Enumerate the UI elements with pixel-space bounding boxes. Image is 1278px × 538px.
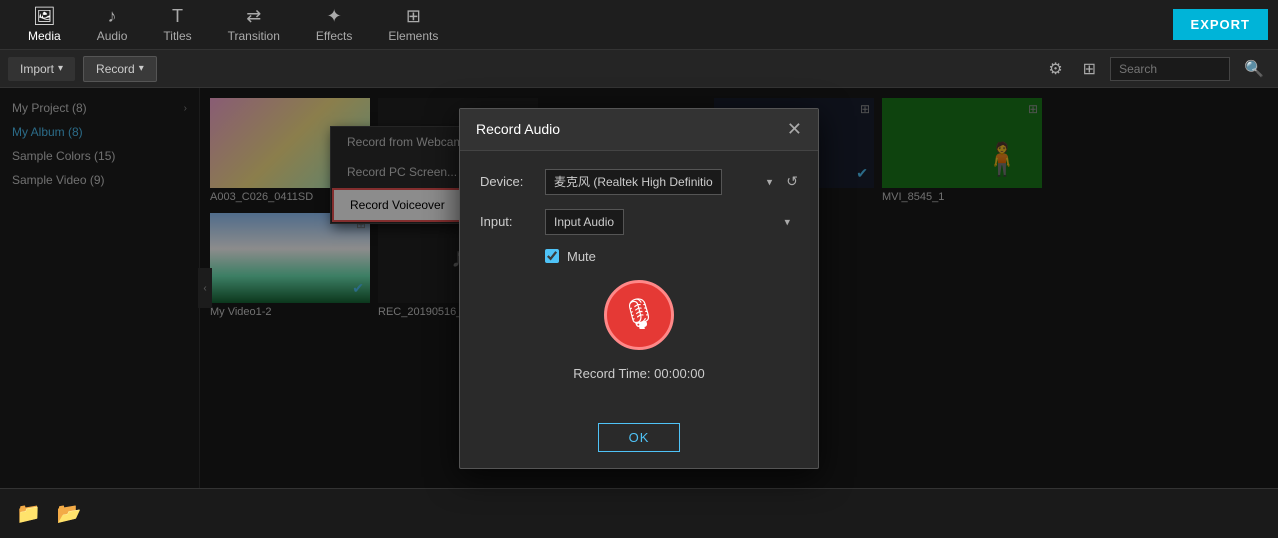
nav-titles[interactable]: T Titles bbox=[145, 2, 209, 47]
modal-overlay: Record Audio ✕ Device: 麦克风 (Realtek High… bbox=[0, 88, 1278, 488]
ok-button[interactable]: OK bbox=[598, 423, 681, 452]
mute-checkbox[interactable] bbox=[545, 249, 559, 263]
record-time: Record Time: 00:00:00 bbox=[480, 366, 798, 381]
search-input[interactable] bbox=[1110, 57, 1230, 81]
new-folder-button[interactable]: 📁 bbox=[16, 501, 41, 526]
secondary-bar: Import ▾ Record ▾ ⚙ ⊞ 🔍 bbox=[0, 50, 1278, 88]
nav-transition-label: Transition bbox=[228, 29, 280, 43]
nav-effects-label: Effects bbox=[316, 29, 352, 43]
audio-icon: ♪ bbox=[108, 6, 117, 27]
device-row: Device: 麦克风 (Realtek High Definitio ↺ bbox=[480, 169, 798, 195]
modal-footer: OK bbox=[460, 413, 818, 468]
device-select[interactable]: 麦克风 (Realtek High Definitio bbox=[545, 169, 722, 195]
mic-record-button[interactable]: 🎙 bbox=[604, 280, 674, 350]
record-chevron: ▾ bbox=[139, 63, 144, 74]
input-row: Input: Input Audio bbox=[480, 209, 798, 235]
nav-transition[interactable]: ⇄ Transition bbox=[210, 2, 298, 47]
record-button[interactable]: Record ▾ bbox=[83, 56, 157, 82]
nav-elements-label: Elements bbox=[388, 29, 438, 43]
input-label: Input: bbox=[480, 214, 535, 229]
device-label: Device: bbox=[480, 174, 535, 189]
modal-header: Record Audio ✕ bbox=[460, 109, 818, 151]
nav-audio[interactable]: ♪ Audio bbox=[79, 2, 146, 47]
effects-icon: ✦ bbox=[327, 6, 342, 27]
top-nav: 🖼 Media ♪ Audio T Titles ⇄ Transition ✦ … bbox=[0, 0, 1278, 50]
import-label: Import bbox=[20, 62, 54, 76]
mute-row: Mute bbox=[480, 249, 798, 264]
titles-icon: T bbox=[172, 6, 183, 27]
import-chevron: ▾ bbox=[58, 63, 63, 74]
mute-label: Mute bbox=[567, 249, 596, 264]
elements-icon: ⊞ bbox=[406, 6, 421, 27]
new-folder-icon: 📁 bbox=[16, 503, 41, 525]
new-item-icon: 📂 bbox=[57, 503, 82, 525]
nav-media[interactable]: 🖼 Media bbox=[10, 2, 79, 47]
input-select-wrapper: Input Audio bbox=[545, 209, 798, 235]
nav-audio-label: Audio bbox=[97, 29, 128, 43]
modal-close-button[interactable]: ✕ bbox=[787, 119, 802, 140]
filter-button[interactable]: ⚙ bbox=[1042, 55, 1068, 83]
media-icon: 🖼 bbox=[33, 6, 56, 27]
mic-record-wrapper: 🎙 bbox=[480, 280, 798, 350]
refresh-device-button[interactable]: ↺ bbox=[786, 173, 798, 190]
transition-icon: ⇄ bbox=[246, 6, 261, 27]
record-label: Record bbox=[96, 62, 135, 76]
modal-body: Device: 麦克风 (Realtek High Definitio ↺ In… bbox=[460, 151, 818, 413]
device-select-wrap: 麦克风 (Realtek High Definitio ↺ bbox=[545, 169, 798, 195]
device-select-wrapper: 麦克风 (Realtek High Definitio bbox=[545, 169, 780, 195]
bottom-bar: 📁 📂 bbox=[0, 488, 1278, 538]
nav-elements[interactable]: ⊞ Elements bbox=[370, 2, 456, 47]
record-time-value: 00:00:00 bbox=[654, 366, 705, 381]
nav-effects[interactable]: ✦ Effects bbox=[298, 2, 370, 47]
modal-title: Record Audio bbox=[476, 121, 560, 137]
import-button[interactable]: Import ▾ bbox=[8, 57, 75, 81]
grid-view-button[interactable]: ⊞ bbox=[1077, 55, 1102, 83]
search-submit-button[interactable]: 🔍 bbox=[1238, 55, 1270, 83]
export-button[interactable]: EXPORT bbox=[1173, 9, 1268, 40]
record-audio-modal: Record Audio ✕ Device: 麦克风 (Realtek High… bbox=[459, 108, 819, 469]
nav-titles-label: Titles bbox=[163, 29, 191, 43]
new-item-button[interactable]: 📂 bbox=[57, 501, 82, 526]
record-time-label: Record Time: bbox=[573, 366, 650, 381]
nav-media-label: Media bbox=[28, 29, 61, 43]
input-select[interactable]: Input Audio bbox=[545, 209, 624, 235]
